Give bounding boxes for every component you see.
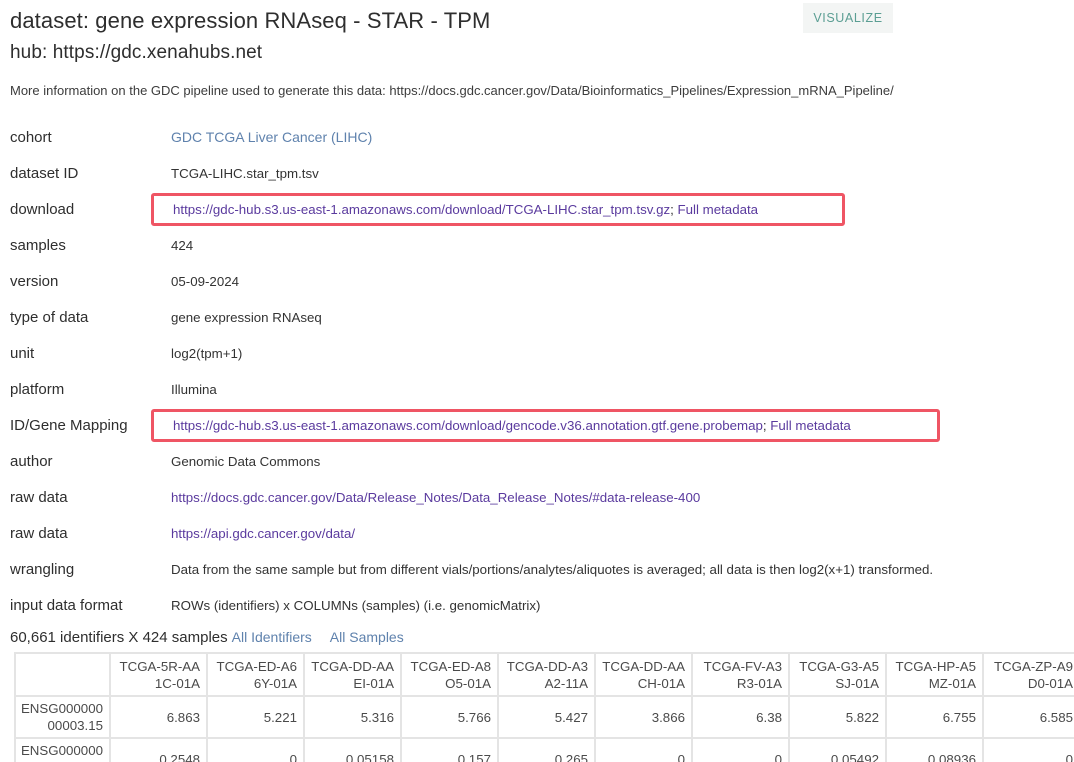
- grid-column-header: TCGA-DD-AACH-01A: [596, 654, 691, 695]
- grid-cell: 5.766: [402, 697, 497, 737]
- grid-cell: 3.866: [596, 697, 691, 737]
- grid-cell: 0: [208, 739, 303, 762]
- metadata-row-author: author Genomic Data Commons: [0, 443, 1074, 479]
- label-platform: platform: [10, 380, 65, 398]
- title-block: dataset: gene expression RNAseq - STAR -…: [0, 0, 1074, 67]
- value-type-of-data: gene expression RNAseq: [171, 309, 322, 325]
- grid-cell: 6.863: [111, 697, 206, 737]
- identifiers-summary-text: 60,661 identifiers X 424 samples: [10, 629, 228, 646]
- grid-column-header: TCGA-DD-A3A2-11A: [499, 654, 594, 695]
- grid-cell: 5.316: [305, 697, 400, 737]
- value-unit: log2(tpm+1): [171, 345, 243, 361]
- visualize-button[interactable]: VISUALIZE: [803, 3, 893, 33]
- grid-cell: 6.585: [984, 697, 1074, 737]
- metadata-row-type-of-data: type of data gene expression RNAseq: [0, 299, 1074, 335]
- grid-cell: 0.265: [499, 739, 594, 762]
- grid-column-header: TCGA-DD-AAEI-01A: [305, 654, 400, 695]
- label-type-of-data: type of data: [10, 308, 89, 326]
- grid-cell: 6.38: [693, 697, 788, 737]
- label-raw-data-2: raw data: [10, 524, 68, 542]
- value-dataset-id: TCGA-LIHC.star_tpm.tsv: [171, 165, 319, 181]
- download-separator: ;: [670, 201, 678, 217]
- page-title: dataset: gene expression RNAseq - STAR -…: [10, 8, 491, 33]
- grid-cell: 5.221: [208, 697, 303, 737]
- value-wrangling: Data from the same sample but from diffe…: [171, 561, 934, 577]
- grid-corner-cell: [16, 654, 109, 695]
- identifiers-summary-line: 60,661 identifiers X 424 samples All Iden…: [10, 629, 1074, 646]
- download-highlight-box: https://gdc-hub.s3.us-east-1.amazonaws.c…: [151, 192, 845, 226]
- grid-column-header: TCGA-G3-A5SJ-01A: [790, 654, 885, 695]
- value-platform: Illumina: [171, 381, 217, 397]
- all-samples-link[interactable]: All Samples: [330, 629, 404, 645]
- label-download: download: [10, 200, 75, 218]
- label-input-data-format: input data format: [10, 596, 123, 614]
- grid-cell: 0.05492: [790, 739, 885, 762]
- metadata-row-id-gene-mapping: ID/Gene Mapping https://gdc-hub.s3.us-ea…: [0, 407, 1074, 443]
- metadata-row-wrangling: wrangling Data from the same sample but …: [0, 551, 1074, 587]
- grid-cell: 0: [984, 739, 1074, 762]
- grid-column-header: TCGA-ED-A66Y-01A: [208, 654, 303, 695]
- label-raw-data-1: raw data: [10, 488, 68, 506]
- label-unit: unit: [10, 344, 35, 362]
- grid-column-header: TCGA-ZP-A9D0-01A: [984, 654, 1074, 695]
- grid-row-identifier: ENSG00000000003.15: [16, 697, 109, 737]
- label-samples: samples: [10, 236, 66, 254]
- value-author: Genomic Data Commons: [171, 453, 321, 469]
- data-preview-grid: TCGA-5R-AA1C-01A TCGA-ED-A66Y-01A TCGA-D…: [14, 652, 1074, 762]
- metadata-row-raw-data-2: raw data https://api.gdc.cancer.gov/data…: [0, 515, 1074, 551]
- grid-cell: 0.05158: [305, 739, 400, 762]
- metadata-row-samples: samples 424: [0, 227, 1074, 263]
- label-id-gene-mapping: ID/Gene Mapping: [10, 416, 128, 434]
- grid-cell: 5.427: [499, 697, 594, 737]
- metadata-row-dataset-id: dataset ID TCGA-LIHC.star_tpm.tsv: [0, 155, 1074, 191]
- hub-title: hub: https://gdc.xenahubs.net: [10, 42, 263, 63]
- metadata-row-version: version 05-09-2024: [0, 263, 1074, 299]
- metadata-row-cohort: cohort GDC TCGA Liver Cancer (LIHC): [0, 119, 1074, 155]
- grid-header-row: TCGA-5R-AA1C-01A TCGA-ED-A66Y-01A TCGA-D…: [16, 654, 1074, 695]
- metadata-row-input-data-format: input data format ROWs (identifiers) x C…: [0, 587, 1074, 623]
- all-identifiers-link[interactable]: All Identifiers: [232, 629, 312, 645]
- data-preview-grid-wrapper[interactable]: TCGA-5R-AA1C-01A TCGA-ED-A66Y-01A TCGA-D…: [14, 652, 1074, 762]
- grid-column-header: TCGA-ED-A8O5-01A: [402, 654, 497, 695]
- grid-column-header: TCGA-HP-A5MZ-01A: [887, 654, 982, 695]
- value-input-data-format: ROWs (identifiers) x COLUMNs (samples) (…: [171, 597, 541, 613]
- grid-cell: 0.08936: [887, 739, 982, 762]
- metadata-row-download: download https://gdc-hub.s3.us-east-1.am…: [0, 191, 1074, 227]
- grid-cell: 0.157: [402, 739, 497, 762]
- id-gene-mapping-full-metadata-link[interactable]: Full metadata: [770, 418, 851, 433]
- id-gene-mapping-highlight-box: https://gdc-hub.s3.us-east-1.amazonaws.c…: [151, 408, 940, 442]
- dataset-detail-page: dataset: gene expression RNAseq - STAR -…: [0, 0, 1074, 762]
- label-author: author: [10, 452, 53, 470]
- grid-cell: 6.755: [887, 697, 982, 737]
- grid-cell: 0: [596, 739, 691, 762]
- more-info-text: More information on the GDC pipeline use…: [10, 83, 894, 98]
- grid-column-header: TCGA-5R-AA1C-01A: [111, 654, 206, 695]
- cohort-link[interactable]: GDC TCGA Liver Cancer (LIHC): [171, 129, 372, 145]
- table-row: ENSG00000000005.6 0.2548 0 0.05158 0.157…: [16, 739, 1074, 762]
- label-cohort: cohort: [10, 128, 52, 146]
- table-row: ENSG00000000003.15 6.863 5.221 5.316 5.7…: [16, 697, 1074, 737]
- grid-row-identifier: ENSG00000000005.6: [16, 739, 109, 762]
- label-dataset-id: dataset ID: [10, 164, 79, 182]
- download-link[interactable]: https://gdc-hub.s3.us-east-1.amazonaws.c…: [173, 202, 670, 217]
- id-gene-mapping-link[interactable]: https://gdc-hub.s3.us-east-1.amazonaws.c…: [173, 418, 763, 433]
- metadata-table: cohort GDC TCGA Liver Cancer (LIHC) data…: [0, 119, 1074, 623]
- value-version: 05-09-2024: [171, 273, 240, 289]
- raw-data-link-1[interactable]: https://docs.gdc.cancer.gov/Data/Release…: [171, 490, 700, 505]
- grid-cell: 0.2548: [111, 739, 206, 762]
- label-version: version: [10, 272, 59, 290]
- label-wrangling: wrangling: [10, 560, 75, 578]
- grid-cell: 5.822: [790, 697, 885, 737]
- grid-cell: 0: [693, 739, 788, 762]
- metadata-row-platform: platform Illumina: [0, 371, 1074, 407]
- grid-column-header: TCGA-FV-A3R3-01A: [693, 654, 788, 695]
- value-samples: 424: [171, 237, 194, 253]
- raw-data-link-2[interactable]: https://api.gdc.cancer.gov/data/: [171, 526, 355, 541]
- metadata-row-unit: unit log2(tpm+1): [0, 335, 1074, 371]
- metadata-row-raw-data-1: raw data https://docs.gdc.cancer.gov/Dat…: [0, 479, 1074, 515]
- download-full-metadata-link[interactable]: Full metadata: [678, 202, 759, 217]
